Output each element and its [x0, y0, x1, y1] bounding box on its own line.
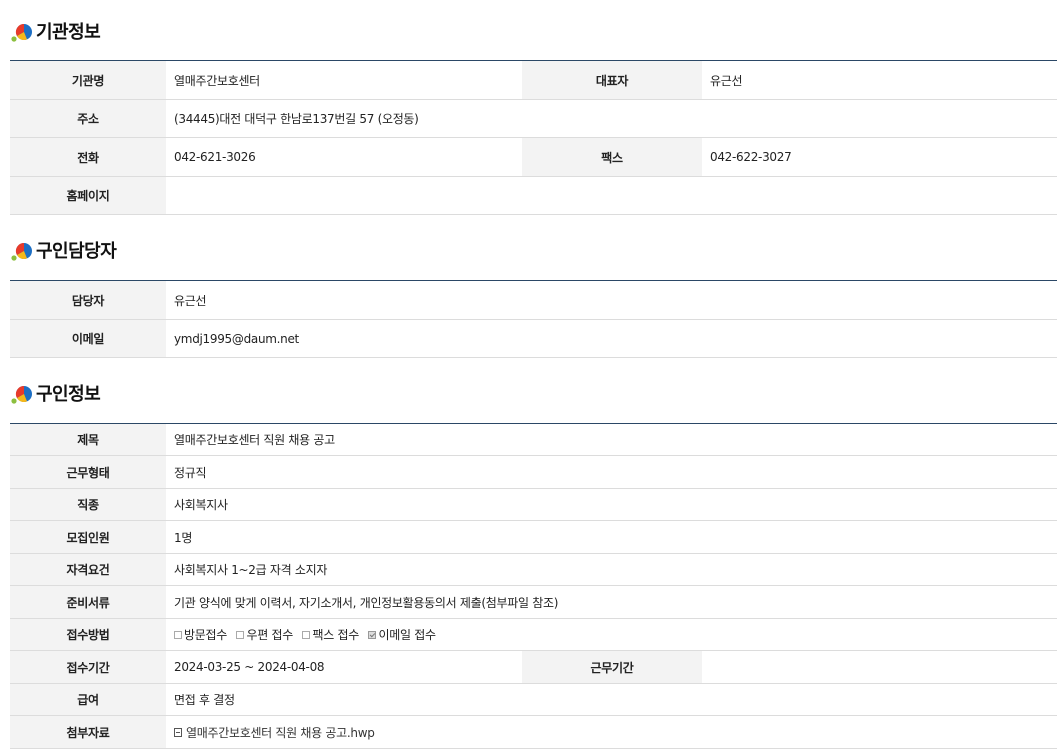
period-label: 접수기간 [10, 650, 166, 684]
method-option-label: 우편 접수 [246, 628, 293, 642]
table-row: 모집인원 1명 [10, 520, 1057, 554]
section-title: 기관정보 [36, 22, 101, 43]
table-row: 준비서류 기관 양식에 맞게 이력서, 자기소개서, 개인정보활용동의서 제출(… [10, 585, 1057, 619]
email-label: 이메일 [10, 319, 166, 358]
section-bullet-icon [10, 19, 36, 43]
table-row: 주소 (34445)대전 대덕구 한남로137번길 57 (오정동) [10, 99, 1057, 138]
salary-value: 면접 후 결정 [166, 683, 1057, 716]
fax-value: 042-622-3027 [702, 137, 1057, 177]
checkbox-icon [236, 630, 245, 639]
table-row: 담당자 유근선 [10, 280, 1057, 320]
work-period-label: 근무기간 [522, 650, 702, 684]
table-row: 접수기간 2024-03-25 ~ 2024-04-08 근무기간 [10, 650, 1057, 684]
phone-label: 전화 [10, 137, 166, 177]
table-row: 홈페이지 [10, 176, 1057, 215]
fax-label: 팩스 [522, 137, 702, 177]
phone-value: 042-621-3026 [166, 137, 522, 177]
headcount-label: 모집인원 [10, 520, 166, 554]
section-bullet-icon [10, 381, 36, 405]
method-value: 방문접수 우편 접수 팩스 접수 이메일 접수 [166, 618, 1057, 651]
address-label: 주소 [10, 99, 166, 138]
checkbox-checked-icon [368, 630, 377, 639]
method-option-label: 이메일 접수 [378, 628, 436, 642]
occupation-label: 직종 [10, 488, 166, 521]
section-title: 구인정보 [36, 384, 101, 405]
attachment-label: 첨부자료 [10, 715, 166, 749]
org-name-label: 기관명 [10, 60, 166, 100]
org-name-value: 열매주간보호센터 [166, 60, 522, 100]
table-row: 기관명 열매주간보호센터 대표자 유근선 [10, 60, 1057, 100]
email-value: ymdj1995@daum.net [166, 319, 1057, 358]
table-row: 전화 042-621-3026 팩스 042-622-3027 [10, 137, 1057, 177]
work-period-value [702, 650, 1057, 684]
job-info-table: 제목 열매주간보호센터 직원 채용 공고 근무형태 정규직 직종 사회복지사 모… [10, 423, 1057, 749]
manager-label: 담당자 [10, 280, 166, 320]
method-option-label: 방문접수 [184, 628, 227, 642]
table-row: 자격요건 사회복지사 1~2급 자격 소지자 [10, 553, 1057, 586]
method-option-visit: 방문접수 [174, 628, 227, 642]
headcount-value: 1명 [166, 520, 1057, 554]
table-row: 접수방법 방문접수 우편 접수 팩스 접수 이메일 접수 [10, 618, 1057, 651]
homepage-label: 홈페이지 [10, 176, 166, 215]
work-type-label: 근무형태 [10, 455, 166, 489]
period-value: 2024-03-25 ~ 2024-04-08 [166, 650, 522, 684]
address-value: (34445)대전 대덕구 한남로137번길 57 (오정동) [166, 99, 1057, 138]
org-info-table: 기관명 열매주간보호센터 대표자 유근선 주소 (34445)대전 대덕구 한남… [10, 60, 1057, 215]
table-row: 급여 면접 후 결정 [10, 683, 1057, 716]
attachment-link[interactable]: 열매주간보호센터 직원 채용 공고.hwp [186, 726, 375, 740]
method-option-email: 이메일 접수 [368, 628, 436, 642]
section-title: 구인담당자 [36, 241, 117, 262]
homepage-value[interactable] [166, 176, 1057, 215]
table-row: 첨부자료 열매주간보호센터 직원 채용 공고.hwp [10, 715, 1057, 749]
file-icon [174, 727, 182, 737]
occupation-value: 사회복지사 [166, 488, 1057, 521]
table-row: 근무형태 정규직 [10, 455, 1057, 489]
section-bullet-icon [10, 238, 36, 262]
table-row: 이메일 ymdj1995@daum.net [10, 319, 1057, 358]
checkbox-icon [174, 630, 182, 639]
section-header-job-info: 구인정보 [10, 381, 101, 405]
qualification-value: 사회복지사 1~2급 자격 소지자 [166, 553, 1057, 586]
attachment-cell: 열매주간보호센터 직원 채용 공고.hwp [166, 715, 1057, 749]
method-option-fax: 팩스 접수 [302, 628, 359, 642]
qualification-label: 자격요건 [10, 553, 166, 586]
checkbox-icon [302, 630, 311, 639]
job-title-value: 열매주간보호센터 직원 채용 공고 [166, 423, 1057, 456]
method-label: 접수방법 [10, 618, 166, 651]
job-title-label: 제목 [10, 423, 166, 456]
manager-value: 유근선 [166, 280, 1057, 320]
contact-table: 담당자 유근선 이메일 ymdj1995@daum.net [10, 280, 1057, 358]
rep-label: 대표자 [522, 60, 702, 100]
salary-label: 급여 [10, 683, 166, 716]
documents-label: 준비서류 [10, 585, 166, 619]
work-type-value: 정규직 [166, 455, 1057, 489]
method-option-mail: 우편 접수 [236, 628, 293, 642]
table-row: 직종 사회복지사 [10, 488, 1057, 521]
documents-value: 기관 양식에 맞게 이력서, 자기소개서, 개인정보활용동의서 제출(첨부파일 … [166, 585, 1057, 619]
table-row: 제목 열매주간보호센터 직원 채용 공고 [10, 423, 1057, 456]
section-header-org-info: 기관정보 [10, 19, 101, 43]
method-option-label: 팩스 접수 [312, 628, 359, 642]
section-header-contact: 구인담당자 [10, 238, 117, 262]
rep-value: 유근선 [702, 60, 1057, 100]
